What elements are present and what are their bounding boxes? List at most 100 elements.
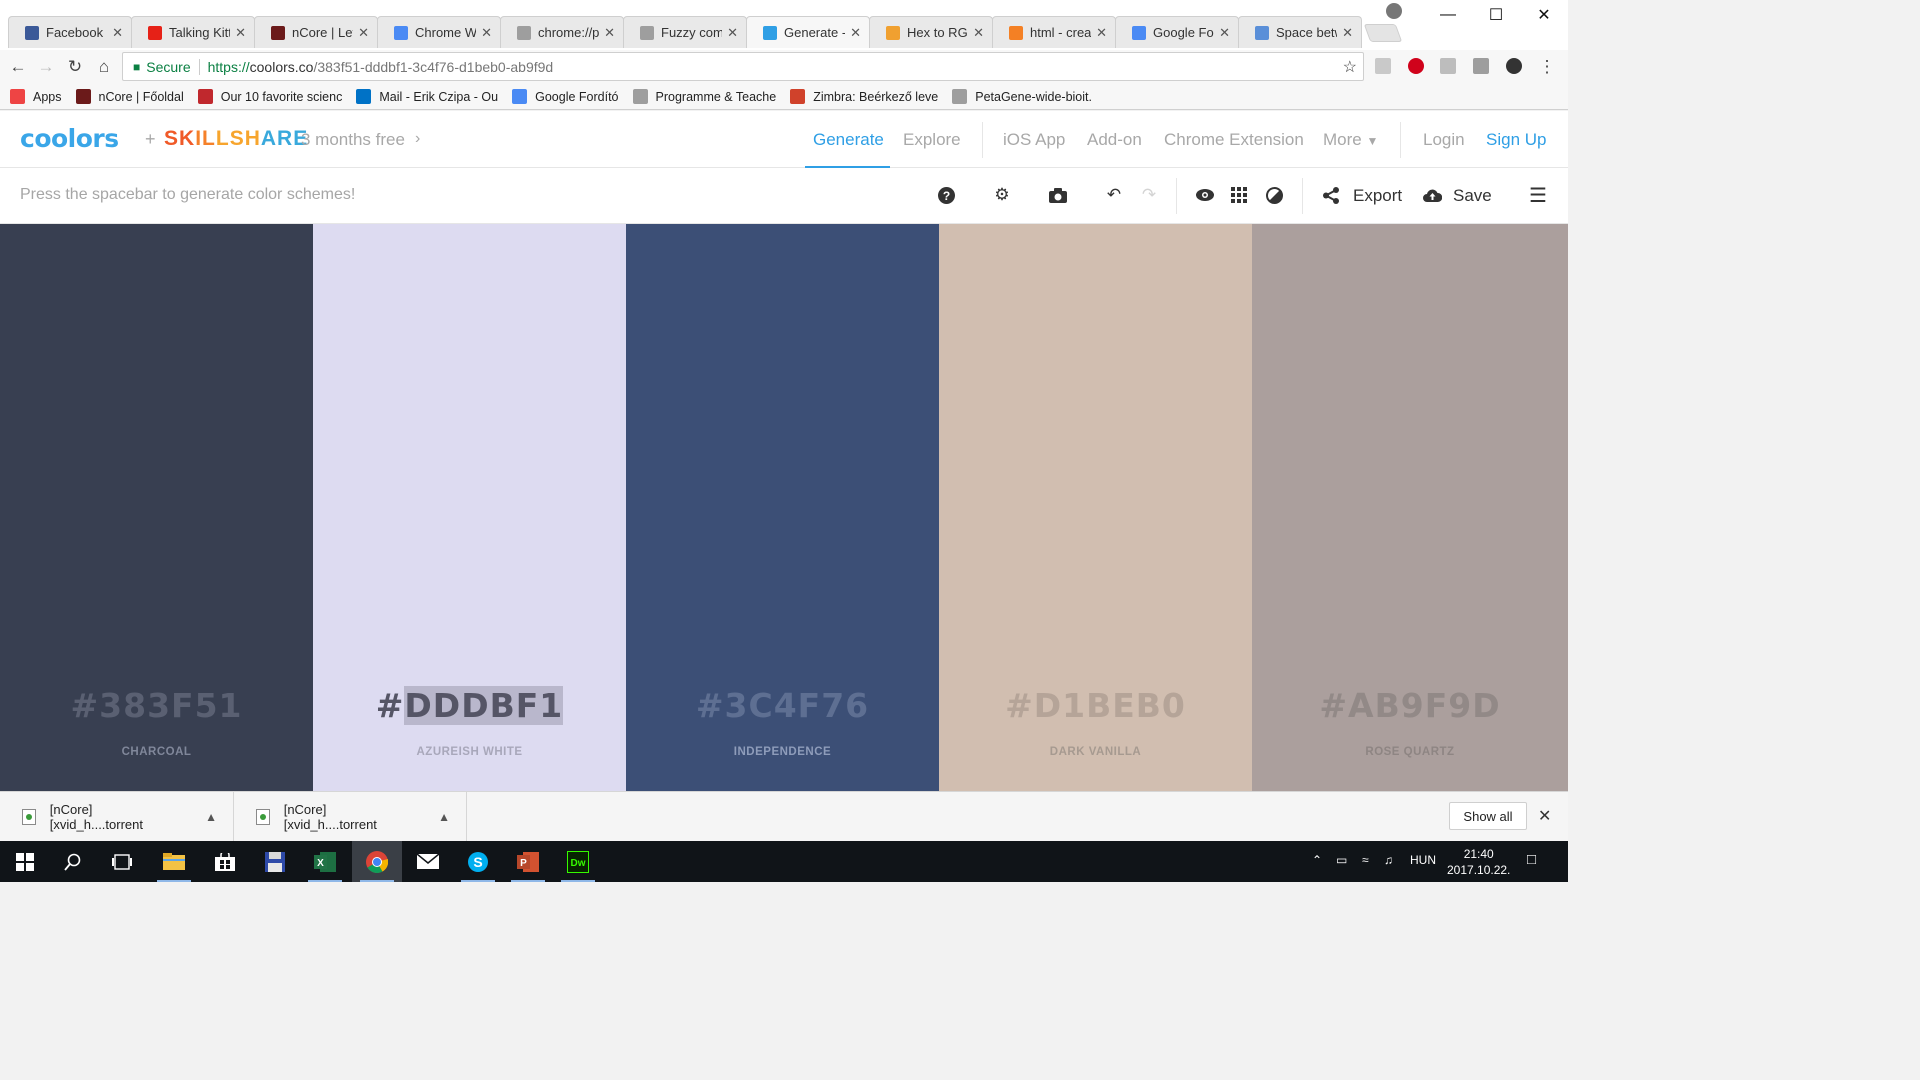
- language-indicator[interactable]: HUN: [1410, 853, 1436, 867]
- skype-app-icon[interactable]: S: [453, 841, 503, 882]
- close-tab-icon[interactable]: ✕: [604, 25, 615, 41]
- record-extension-icon[interactable]: [1506, 58, 1522, 74]
- address-bar[interactable]: ■ Secure https://coolors.co/383f51-dddbf…: [122, 52, 1364, 81]
- file-explorer-icon[interactable]: [149, 841, 199, 882]
- close-tab-icon[interactable]: ✕: [112, 25, 123, 41]
- bookmark-item[interactable]: Programme & Teache: [632, 89, 776, 104]
- extension-9-icon[interactable]: [1440, 58, 1456, 74]
- adjust-icon[interactable]: [1263, 184, 1285, 206]
- hex-code[interactable]: #383F51: [0, 686, 313, 725]
- extension-icon[interactable]: [1473, 58, 1489, 74]
- undo-icon[interactable]: ↶: [1103, 184, 1125, 206]
- help-icon[interactable]: ?: [935, 184, 957, 206]
- browser-tab[interactable]: nCore | Letöltés ✕: [254, 16, 378, 48]
- windows-start-icon[interactable]: [0, 841, 50, 882]
- battery-icon[interactable]: ▭: [1336, 853, 1347, 867]
- nav-chrome-extension[interactable]: Chrome Extension: [1164, 130, 1304, 150]
- bookmark-item[interactable]: PetaGene-wide-bioit.: [952, 89, 1092, 104]
- color-swatch[interactable]: #AB9F9D ROSE QUARTZ: [1252, 224, 1568, 791]
- hex-code[interactable]: #AB9F9D: [1252, 686, 1568, 725]
- wifi-icon[interactable]: ≈: [1362, 853, 1369, 867]
- forward-icon[interactable]: →: [36, 57, 56, 77]
- browser-tab[interactable]: Generate - Coolors ✕: [746, 16, 870, 48]
- eye-icon[interactable]: [1194, 184, 1216, 206]
- tray-overflow-icon[interactable]: ⌃: [1312, 853, 1322, 867]
- dreamweaver-app-icon[interactable]: Dw: [553, 841, 603, 882]
- bookmark-item[interactable]: Google Fordító: [512, 89, 619, 104]
- browser-tab[interactable]: Fuzzy comparison ✕: [623, 16, 747, 48]
- bookmark-item[interactable]: Our 10 favorite scienc: [197, 89, 342, 104]
- browser-tab[interactable]: Google Fonts ✕: [1115, 16, 1239, 48]
- mail-app-icon[interactable]: [403, 841, 453, 882]
- grid-view-icon[interactable]: [1228, 184, 1250, 206]
- close-tab-icon[interactable]: ✕: [1342, 25, 1353, 41]
- nav-ios-app[interactable]: iOS App: [1003, 130, 1065, 150]
- browser-tab[interactable]: chrome://plugins ✕: [500, 16, 624, 48]
- show-all-downloads-button[interactable]: Show all: [1449, 802, 1527, 830]
- skillshare-logo[interactable]: SKILLSHARE: [164, 127, 308, 151]
- excel-app-icon[interactable]: X: [300, 841, 350, 882]
- browser-tab[interactable]: Hex to RGB ✕: [869, 16, 993, 48]
- notifications-icon[interactable]: □: [1527, 851, 1536, 868]
- chrome-menu-icon[interactable]: ⋮: [1537, 57, 1557, 77]
- chrome-app-icon[interactable]: [352, 841, 402, 882]
- nav-more[interactable]: More ▼: [1323, 130, 1378, 150]
- profile-icon[interactable]: [1386, 3, 1402, 19]
- hex-code[interactable]: #3C4F76: [626, 686, 939, 725]
- color-swatch[interactable]: #DDDBF1 AZUREISH WHITE: [313, 224, 626, 791]
- close-tab-icon[interactable]: ✕: [358, 25, 369, 41]
- back-icon[interactable]: ←: [8, 57, 28, 77]
- bookmark-item[interactable]: nCore | Főoldal: [75, 89, 184, 104]
- bookmark-item[interactable]: Zimbra: Beérkező leve: [790, 89, 938, 104]
- color-swatch[interactable]: #3C4F76 INDEPENDENCE: [626, 224, 939, 791]
- clock[interactable]: 21:40 2017.10.22.: [1447, 846, 1510, 878]
- bookmark-item[interactable]: Mail - Erik Czipa - Ou: [356, 89, 498, 104]
- export-button[interactable]: Export: [1353, 186, 1402, 206]
- close-tab-icon[interactable]: ✕: [850, 25, 861, 41]
- chevron-up-icon[interactable]: ▲: [438, 810, 450, 824]
- close-tab-icon[interactable]: ✕: [1096, 25, 1107, 41]
- color-swatch[interactable]: #383F51 CHARCOAL: [0, 224, 313, 791]
- coolors-logo[interactable]: coolors: [20, 124, 119, 153]
- bookmark-item[interactable]: Apps: [10, 89, 62, 104]
- reload-icon[interactable]: ↻: [65, 57, 85, 77]
- hex-code[interactable]: #D1BEB0: [939, 686, 1252, 725]
- nav-generate[interactable]: Generate: [813, 130, 884, 150]
- close-tab-icon[interactable]: ✕: [1219, 25, 1230, 41]
- camera-icon[interactable]: [1047, 184, 1069, 206]
- save-disk-app-icon[interactable]: [250, 841, 300, 882]
- close-tab-icon[interactable]: ✕: [481, 25, 492, 41]
- pdf-extension-icon[interactable]: [1375, 58, 1391, 74]
- nav-sign-up[interactable]: Sign Up: [1486, 130, 1546, 150]
- bookmark-star-icon[interactable]: ☆: [1343, 57, 1357, 77]
- browser-tab[interactable]: html - create ✕: [992, 16, 1116, 48]
- promo-text[interactable]: 3 months free: [301, 130, 405, 150]
- chevron-up-icon[interactable]: ▲: [205, 810, 217, 824]
- browser-tab[interactable]: Chrome Web Store ✕: [377, 16, 501, 48]
- store-icon[interactable]: [200, 841, 250, 882]
- redo-icon[interactable]: ↷: [1138, 184, 1160, 206]
- chevron-right-icon[interactable]: ›: [415, 130, 420, 148]
- share-icon[interactable]: [1320, 184, 1342, 206]
- hex-code[interactable]: #DDDBF1: [313, 686, 626, 725]
- browser-tab[interactable]: Talking Kitty ✕: [131, 16, 255, 48]
- nav-add-on[interactable]: Add-on: [1087, 130, 1142, 150]
- color-swatch[interactable]: #D1BEB0 DARK VANILLA: [939, 224, 1252, 791]
- search-icon[interactable]: [48, 841, 98, 882]
- task-view-icon[interactable]: [97, 841, 147, 882]
- cloud-upload-icon[interactable]: [1421, 184, 1443, 206]
- nav-explore[interactable]: Explore: [903, 130, 961, 150]
- adblock-extension-icon[interactable]: [1408, 58, 1424, 74]
- hamburger-menu-icon[interactable]: ☰: [1527, 184, 1549, 207]
- browser-tab[interactable]: Facebook ✕: [8, 16, 132, 48]
- volume-icon[interactable]: ♫: [1384, 853, 1393, 867]
- save-button[interactable]: Save: [1453, 186, 1492, 206]
- download-item[interactable]: [nCore][xvid_h....torrent ▲: [0, 792, 234, 842]
- download-item[interactable]: [nCore][xvid_h....torrent ▲: [234, 792, 467, 842]
- maximize-icon[interactable]: ☐: [1472, 0, 1520, 30]
- close-tab-icon[interactable]: ✕: [727, 25, 738, 41]
- close-window-icon[interactable]: ✕: [1520, 0, 1568, 30]
- close-shelf-icon[interactable]: ✕: [1538, 806, 1551, 826]
- new-tab-button[interactable]: [1363, 24, 1403, 42]
- settings-gear-icon[interactable]: ⚙: [991, 184, 1013, 206]
